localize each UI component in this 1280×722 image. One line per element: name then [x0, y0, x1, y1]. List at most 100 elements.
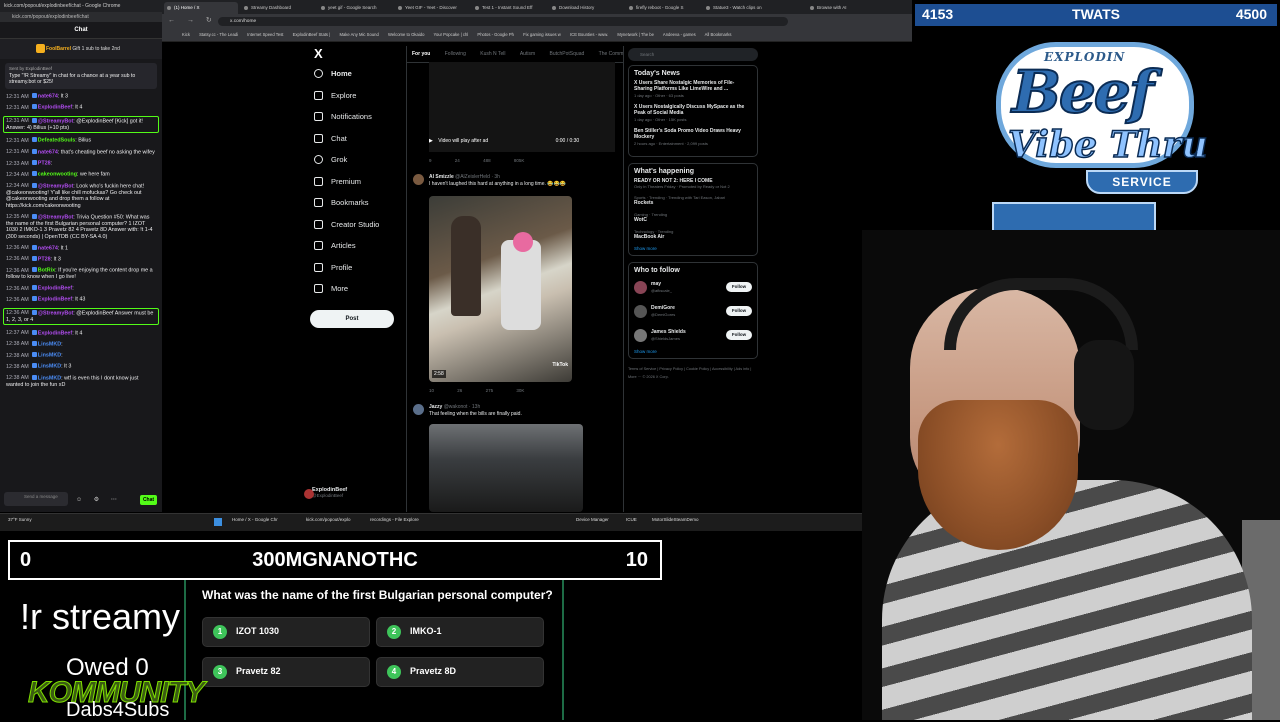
nav-item-articles[interactable]: Articles: [302, 235, 412, 257]
taskbar-app[interactable]: ICUE: [626, 517, 637, 522]
follow-suggestion[interactable]: may @afkscale_ Follow: [634, 277, 752, 301]
nav-buttons[interactable]: ← → ↻: [168, 16, 217, 24]
tab-for-you[interactable]: For you: [412, 51, 430, 57]
nav-item-explore[interactable]: Explore: [302, 85, 412, 107]
nav-item-grok[interactable]: Grok: [302, 149, 412, 171]
view-count[interactable]: 805K: [514, 158, 525, 163]
tweet-actions[interactable]: 9 24 488 805K: [429, 158, 546, 163]
tab-streamy[interactable]: Streamy Dashboard: [241, 2, 315, 14]
tab-yeet-search[interactable]: yeet gif - Google Search: [318, 2, 392, 14]
view-count[interactable]: 30K: [516, 388, 524, 393]
follow-button[interactable]: Follow: [726, 306, 752, 316]
chat-username[interactable]: LinsMKD: [38, 341, 61, 347]
x-logo[interactable]: X: [314, 46, 412, 61]
tab-yeet-gif[interactable]: Yeet GIF - Yeet - Discover: [395, 2, 469, 14]
profile-switcher[interactable]: ExplodinBeef @ExplodinBeef: [304, 487, 347, 499]
chat-username[interactable]: @StreamyBot: [38, 214, 74, 220]
chat-username[interactable]: ExplodinBeef: [38, 105, 72, 111]
chat-tool-icons[interactable]: ☺ ⚙ ⋯: [76, 496, 122, 503]
chat-username[interactable]: cakeonwooting: [38, 172, 77, 178]
news-item[interactable]: X Users Share Nostalgic Memories of File…: [634, 80, 752, 92]
video-controls[interactable]: ▶ Video will play after ad 0:00 / 0:30: [429, 138, 615, 144]
follow-name[interactable]: DemiGore: [651, 305, 675, 311]
tab-following[interactable]: Following: [445, 51, 466, 57]
chat-username[interactable]: nate674: [38, 94, 58, 100]
tweet[interactable]: Jazzy @wakonot · 13h That feeling when t…: [413, 404, 617, 417]
follow-button[interactable]: Follow: [726, 330, 752, 340]
weather-widget[interactable]: 37°F Sunny: [8, 517, 32, 522]
taskbar-app[interactable]: recordings - File Explore: [370, 517, 419, 522]
nav-item-more[interactable]: More: [302, 278, 412, 300]
chat-username[interactable]: PT28: [38, 256, 51, 262]
trend-item[interactable]: Rockets: [634, 200, 752, 206]
show-more-link[interactable]: Show more: [634, 349, 752, 354]
post-button[interactable]: Post: [310, 310, 394, 328]
chat-username[interactable]: PT28: [38, 161, 51, 167]
tab-list[interactable]: Autism: [520, 51, 535, 57]
chat-username[interactable]: ExplodinBeef: [38, 286, 72, 292]
repost-count[interactable]: 24: [455, 158, 460, 163]
reply-count[interactable]: 9: [429, 158, 432, 163]
chat-username[interactable]: @StreamyBot: [38, 183, 74, 189]
play-icon[interactable]: ▶: [429, 138, 433, 144]
bookmark[interactable]: Your Popcake | chl: [434, 32, 469, 37]
follow-name[interactable]: James Shields: [651, 329, 686, 335]
like-count[interactable]: 275: [486, 388, 494, 393]
tweet-author[interactable]: Al Smizzle: [429, 174, 454, 180]
nav-item-home[interactable]: Home: [302, 63, 412, 85]
tab-list[interactable]: Kush N Tell: [480, 51, 505, 57]
bookmark[interactable]: Fix gaming issues w: [523, 32, 561, 37]
nav-item-notifications[interactable]: Notifications: [302, 106, 412, 128]
repost-count[interactable]: 26: [457, 388, 462, 393]
chat-username[interactable]: LinsMKD: [38, 353, 61, 359]
chat-username[interactable]: LinsMKD: [38, 375, 61, 381]
reply-count[interactable]: 10: [429, 388, 434, 393]
footer-links[interactable]: Terms of Service | Privacy Policy | Cook…: [628, 365, 758, 381]
bookmark[interactable]: Mynetwork | The be: [617, 32, 654, 37]
tab-browse-ai[interactable]: Browse with AI: [807, 2, 867, 14]
bookmark[interactable]: Photos - Google Ph: [477, 32, 514, 37]
trend-item[interactable]: MacBook Air: [634, 234, 752, 240]
news-item[interactable]: X Users Nostalgically Discuss MySpace as…: [634, 104, 752, 116]
bookmark[interactable]: Make Any Mic Sound: [339, 32, 378, 37]
taskbar-app[interactable]: MotorSlideSteamDemo: [652, 517, 699, 522]
follow-button[interactable]: Follow: [726, 282, 752, 292]
trend-item[interactable]: WotC: [634, 217, 752, 223]
chat-username[interactable]: ExplodinBeef: [38, 330, 72, 336]
follow-suggestion[interactable]: DemiGore @DemiGores Follow: [634, 301, 752, 325]
tweet-media[interactable]: 2:58 TikTok: [429, 196, 572, 382]
bookmark[interactable]: ExplodinBeef Stats |: [293, 32, 331, 37]
bookmark[interactable]: Andeeva - games: [663, 32, 696, 37]
windows-start-icon[interactable]: [214, 518, 222, 526]
bookmark[interactable]: Statsy.cc - The Leadi: [199, 32, 238, 37]
bookmark[interactable]: Kick: [182, 32, 190, 37]
show-more-link[interactable]: Show more: [634, 246, 752, 251]
chat-username[interactable]: ExplodinBeef: [38, 297, 72, 303]
chat-username[interactable]: BotRix: [38, 268, 55, 274]
nav-item-premium[interactable]: Premium: [302, 171, 412, 193]
chat-username[interactable]: @StreamyBot: [38, 118, 74, 124]
follow-name[interactable]: may: [651, 281, 661, 287]
tweet-author[interactable]: Jazzy: [429, 404, 442, 410]
nav-item-profile[interactable]: Profile: [302, 257, 412, 279]
taskbar-app[interactable]: Home / X - Google Chr: [232, 517, 278, 522]
tab-sound[interactable]: Test 1 - Instant Sound Eff: [472, 2, 546, 14]
chat-username[interactable]: nate674: [38, 149, 58, 155]
chat-url-bar[interactable]: kick.com/popout/explodinbeef/chat: [0, 12, 162, 22]
tweet-media[interactable]: [429, 424, 583, 512]
chat-input[interactable]: Send a message: [4, 492, 68, 506]
tab-list[interactable]: ButchPotSquad: [550, 51, 585, 57]
like-count[interactable]: 488: [483, 158, 491, 163]
bookmark[interactable]: Internet Speed Test: [247, 32, 283, 37]
tab-downloads[interactable]: Download History: [549, 2, 623, 14]
tab-statue[interactable]: Statue3 - Watch clips on: [703, 2, 777, 14]
follow-suggestion[interactable]: James Shields @ShieldsJames Follow: [634, 325, 752, 349]
chat-username[interactable]: nate674: [38, 245, 58, 251]
taskbar-app[interactable]: kick.com/popout/explo: [306, 517, 351, 522]
nav-item-bookmarks[interactable]: Bookmarks: [302, 192, 412, 214]
bookmark[interactable]: Welcome to Okaido: [388, 32, 424, 37]
taskbar-app[interactable]: Device Manager: [576, 517, 609, 522]
chat-send-button[interactable]: Chat: [140, 495, 157, 505]
tab-x-home[interactable]: (1) Home / X: [164, 2, 238, 14]
tweet[interactable]: Al Smizzle @AlZeislerHeld · 3h I haven't…: [413, 174, 617, 187]
